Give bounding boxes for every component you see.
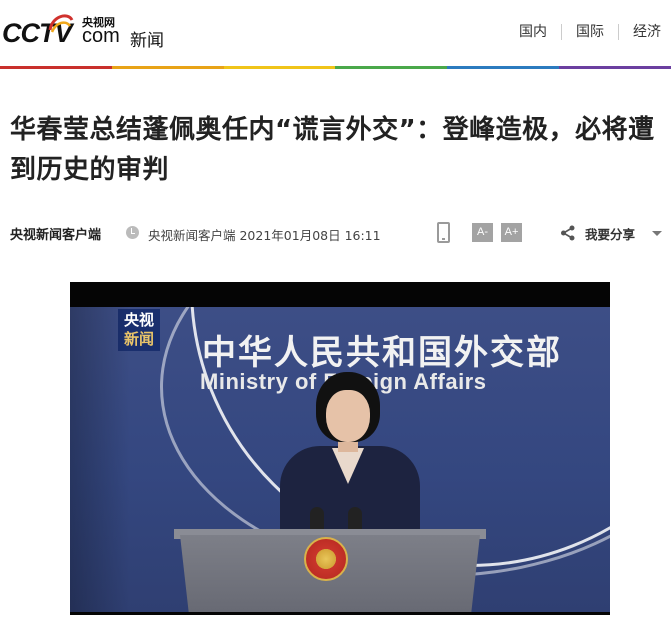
- section-name: 新闻: [130, 31, 164, 51]
- rainbow-segment: [559, 66, 671, 69]
- backdrop-chinese-text: 中华人民共和国外交部: [202, 333, 562, 373]
- logo-swirl-icon: [48, 14, 74, 33]
- nav-item-economy[interactable]: 经济: [618, 24, 661, 40]
- font-decrease-button[interactable]: A-: [472, 223, 493, 242]
- font-increase-button[interactable]: A+: [501, 223, 522, 242]
- rainbow-segment: [0, 66, 112, 69]
- nav-item-domestic[interactable]: 国内: [505, 24, 561, 40]
- video-frame: 中华人民共和国外交部 Ministry of Foreign Affairs 央…: [70, 307, 610, 612]
- mobile-view-icon[interactable]: [437, 222, 450, 243]
- national-emblem-icon: [304, 537, 348, 581]
- spokesperson-face: [326, 390, 370, 442]
- rainbow-segment: [111, 66, 224, 69]
- header-rainbow-divider: [0, 66, 671, 69]
- top-nav: 国内 国际 经济: [505, 24, 661, 40]
- nav-item-international[interactable]: 国际: [561, 24, 618, 40]
- share-icon[interactable]: [560, 225, 576, 241]
- rainbow-segment: [447, 66, 560, 69]
- clock-icon: [126, 226, 139, 239]
- rainbow-segment: [335, 66, 448, 69]
- spokesperson-figure: [260, 372, 430, 536]
- rainbow-segment: [223, 66, 336, 69]
- article-title: 华春莹总结蓬佩奥任内“谎言外交”：登峰造极，必将遭到历史的审判: [10, 115, 655, 185]
- chevron-down-icon[interactable]: [652, 231, 662, 236]
- logo-com-text: com: [82, 25, 120, 47]
- site-header: CCTV 央视网 com 新闻 国内 国际 经济: [0, 0, 671, 66]
- video-player[interactable]: 中华人民共和国外交部 Ministry of Foreign Affairs 央…: [70, 282, 610, 615]
- frame-shadow: [70, 307, 130, 612]
- article-meta-bar: 央视新闻客户端 央视新闻客户端 2021年01月08日 16:11 A- A+ …: [10, 220, 665, 246]
- share-button[interactable]: 我要分享: [585, 224, 635, 243]
- article-source: 央视新闻客户端: [10, 228, 102, 243]
- publish-info: 央视新闻客户端 2021年01月08日 16:11: [148, 228, 381, 243]
